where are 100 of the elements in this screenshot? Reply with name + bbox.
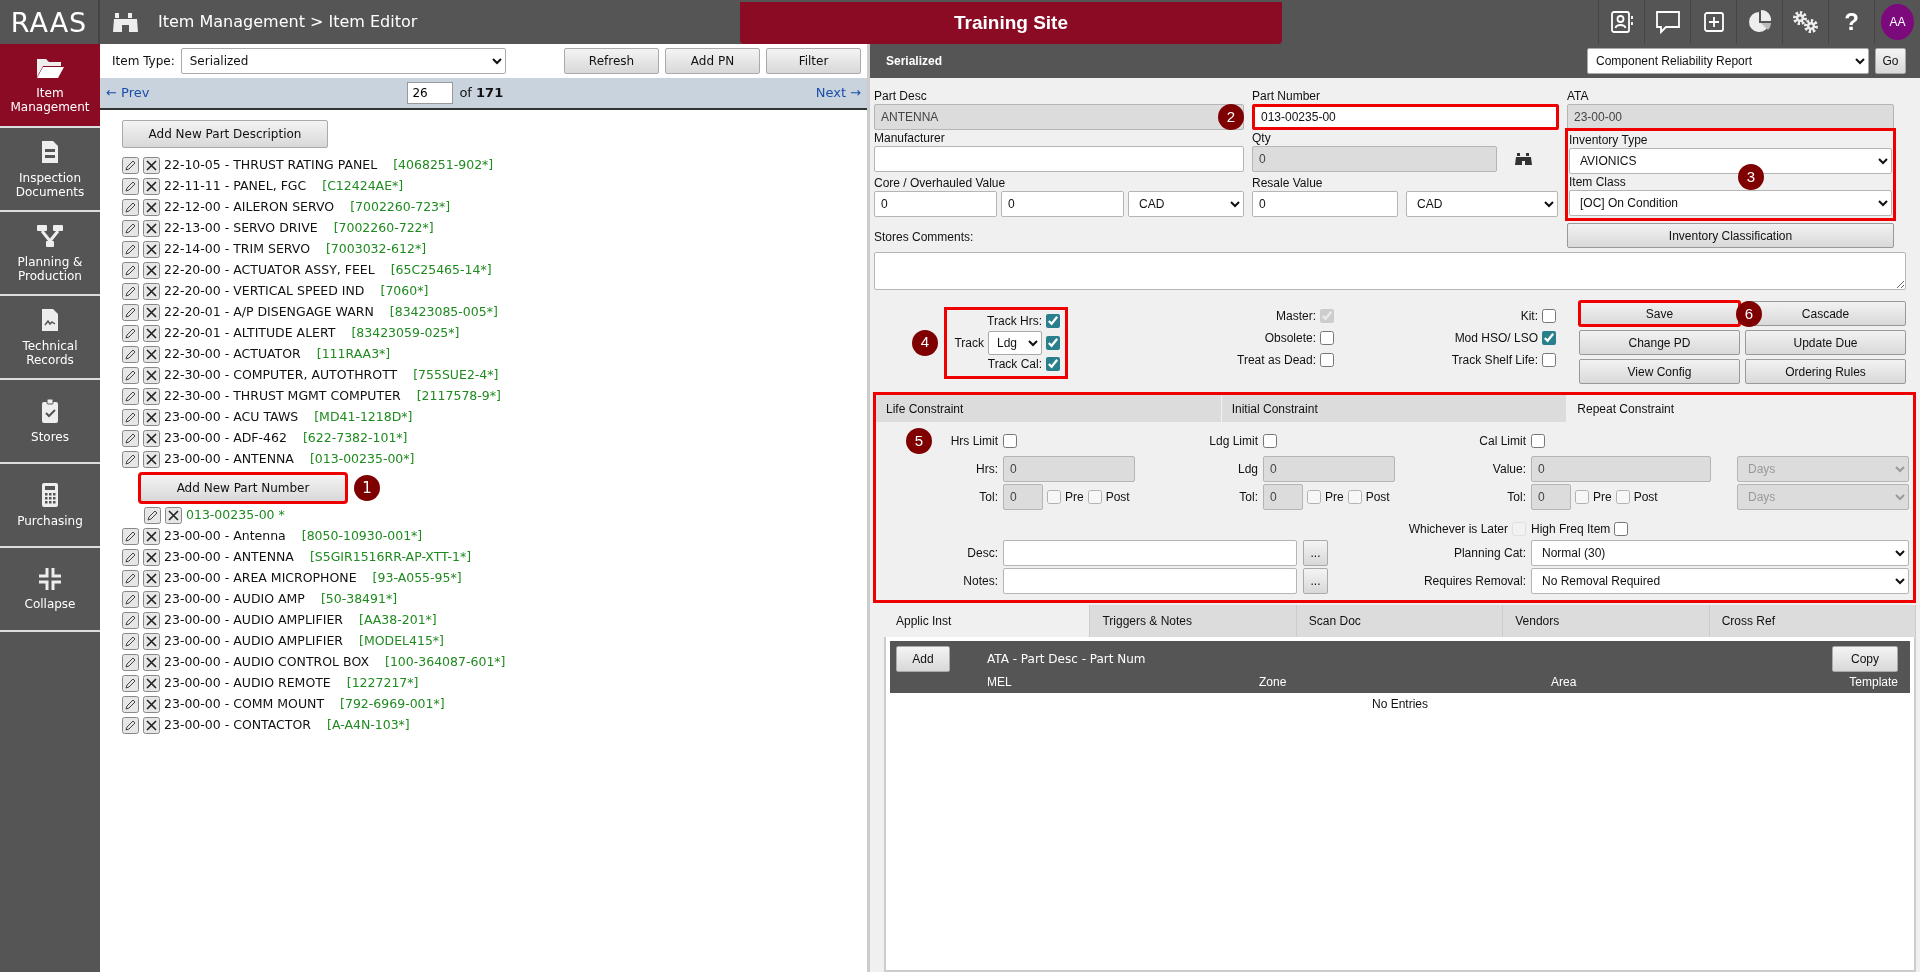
part-number-link[interactable]: [7003032-612*]: [325, 240, 426, 259]
part-number-link[interactable]: [1227217*]: [346, 674, 419, 693]
checkbox[interactable]: [1542, 353, 1556, 367]
part-description[interactable]: 22-30-00 - COMPUTER, AUTOTHROTT: [164, 366, 398, 385]
next-link[interactable]: Next →: [815, 83, 861, 103]
part-description[interactable]: 23-00-00 - ADF-462: [164, 429, 287, 448]
part-description[interactable]: 23-00-00 - AUDIO AMPLIFIER: [164, 632, 343, 651]
part-description[interactable]: 23-00-00 - AUDIO REMOTE: [164, 674, 331, 693]
part-number-link[interactable]: [50-38491*]: [320, 590, 398, 609]
edit-icon[interactable]: [122, 388, 139, 405]
sidebar-item[interactable]: Technical Records: [0, 296, 100, 380]
edit-icon[interactable]: [122, 283, 139, 300]
toolbar-button[interactable]: Filter: [766, 48, 861, 74]
sidebar-item[interactable]: Item Management: [0, 44, 100, 128]
edit-icon[interactable]: [122, 241, 139, 258]
edit-icon[interactable]: [122, 591, 139, 608]
part-number-link[interactable]: [622-7382-101*]: [302, 429, 408, 448]
part-number-link[interactable]: [755SUE2-4*]: [413, 366, 499, 385]
sidebar-item[interactable]: Inspection Documents: [0, 128, 100, 212]
edit-icon[interactable]: [122, 549, 139, 566]
checkbox[interactable]: [1046, 357, 1060, 371]
part-description[interactable]: 23-00-00 - AUDIO CONTROL BOX: [164, 653, 369, 672]
edit-icon[interactable]: [122, 451, 139, 468]
action-button[interactable]: Update Due: [1745, 330, 1906, 355]
part-description[interactable]: 22-30-00 - ACTUATOR: [164, 345, 301, 364]
more-button[interactable]: ...: [1303, 540, 1328, 566]
delete-icon[interactable]: [143, 717, 160, 734]
part-number-link[interactable]: [8050-10930-001*]: [301, 527, 423, 546]
part-number-link[interactable]: [A-A4N-103*]: [327, 716, 410, 735]
edit-icon[interactable]: [122, 612, 139, 629]
checkbox[interactable]: [1347, 490, 1362, 504]
part-number-field[interactable]: 013-00235-00: [1252, 104, 1559, 130]
edit-icon[interactable]: [122, 157, 139, 174]
delete-icon[interactable]: [143, 157, 160, 174]
part-description[interactable]: 22-20-01 - A/P DISENGAGE WARN: [164, 303, 374, 322]
part-description[interactable]: 23-00-00 - CONTACTOR: [164, 716, 311, 735]
toolbar-button[interactable]: Add PN: [665, 48, 760, 74]
edit-icon[interactable]: [122, 199, 139, 216]
edit-icon[interactable]: [122, 675, 139, 692]
part-description[interactable]: 22-20-01 - ALTITUDE ALERT: [164, 324, 336, 343]
part-number-link[interactable]: [013-00235-00*]: [309, 450, 415, 469]
checkbox[interactable]: [1531, 434, 1545, 448]
checkbox[interactable]: [1320, 353, 1334, 367]
tab[interactable]: Scan Doc: [1296, 605, 1504, 637]
part-description[interactable]: 23-00-00 - ACU TAWS: [164, 408, 299, 427]
delete-icon[interactable]: [143, 570, 160, 587]
user-avatar[interactable]: AA: [1881, 4, 1914, 40]
delete-icon[interactable]: [143, 325, 160, 342]
report-dropdown[interactable]: Component Reliability Report: [1587, 48, 1869, 74]
part-number-link[interactable]: [2117578-9*]: [416, 387, 501, 406]
edit-icon[interactable]: [122, 304, 139, 321]
part-number-link[interactable]: [111RAA3*]: [316, 345, 391, 364]
sidebar-item[interactable]: Purchasing: [0, 464, 100, 548]
part-number-link[interactable]: [65C25465-14*]: [390, 261, 492, 280]
part-description[interactable]: 22-30-00 - THRUST MGMT COMPUTER: [164, 387, 401, 406]
item-type-dropdown[interactable]: Serialized: [180, 48, 506, 74]
delete-icon[interactable]: [143, 262, 160, 279]
part-description[interactable]: 22-12-00 - AILERON SERVO: [164, 198, 335, 217]
currency-dropdown[interactable]: CAD: [1406, 190, 1558, 217]
add-part-description-button[interactable]: Add New Part Description: [122, 120, 328, 148]
part-description[interactable]: 23-00-00 - AUDIO AMPLIFIER: [164, 611, 343, 630]
part-description[interactable]: 22-11-11 - PANEL, FGC: [164, 177, 307, 196]
edit-icon[interactable]: [122, 570, 139, 587]
action-button[interactable]: View Config: [1579, 359, 1740, 384]
part-description[interactable]: 23-00-00 - Antenna: [164, 527, 286, 546]
part-description[interactable]: 22-13-00 - SERVO DRIVE: [164, 219, 318, 238]
delete-icon[interactable]: [143, 367, 160, 384]
part-number-link[interactable]: [93-A055-95*]: [372, 569, 462, 588]
part-number-link[interactable]: [7002260-723*]: [350, 198, 451, 217]
delete-icon[interactable]: [143, 220, 160, 237]
checkbox[interactable]: [1047, 490, 1061, 504]
part-description[interactable]: 22-20-00 - ACTUATOR ASSY, FEEL: [164, 261, 375, 280]
delete-icon[interactable]: [143, 388, 160, 405]
checkbox[interactable]: [1087, 490, 1102, 504]
add-part-number-button[interactable]: Add New Part Number: [140, 474, 346, 502]
stores-comments-field[interactable]: [874, 252, 1906, 290]
sidebar-item[interactable]: Stores: [0, 380, 100, 464]
action-button[interactable]: Save: [1579, 301, 1740, 326]
delete-icon[interactable]: [143, 654, 160, 671]
track-dropdown[interactable]: Ldg: [988, 330, 1042, 355]
part-number-link[interactable]: [AA38-201*]: [359, 611, 437, 630]
part-number-link[interactable]: [S5GIR1516RR-AP-XTT-1*]: [309, 548, 472, 567]
part-description[interactable]: 23-00-00 - AUDIO AMP: [164, 590, 305, 609]
edit-icon[interactable]: [122, 346, 139, 363]
checkbox[interactable]: [1003, 434, 1017, 448]
tab[interactable]: Triggers & Notes: [1090, 605, 1297, 637]
tab[interactable]: Initial Constraint: [1221, 395, 1568, 422]
delete-icon[interactable]: [143, 451, 160, 468]
inventory-classification-button[interactable]: Inventory Classification: [1567, 223, 1894, 248]
delete-icon[interactable]: [143, 178, 160, 195]
checkbox[interactable]: [1320, 331, 1334, 345]
delete-icon[interactable]: [165, 507, 182, 524]
delete-icon[interactable]: [143, 241, 160, 258]
checkbox[interactable]: [1614, 522, 1629, 536]
part-number-link[interactable]: [83423085-005*]: [389, 303, 498, 322]
part-description[interactable]: 22-10-05 - THRUST RATING PANEL: [164, 156, 378, 175]
delete-icon[interactable]: [143, 199, 160, 216]
more-button[interactable]: ...: [1303, 568, 1328, 594]
planning-category-dropdown[interactable]: Normal (30): [1531, 540, 1909, 566]
delete-icon[interactable]: [143, 633, 160, 650]
